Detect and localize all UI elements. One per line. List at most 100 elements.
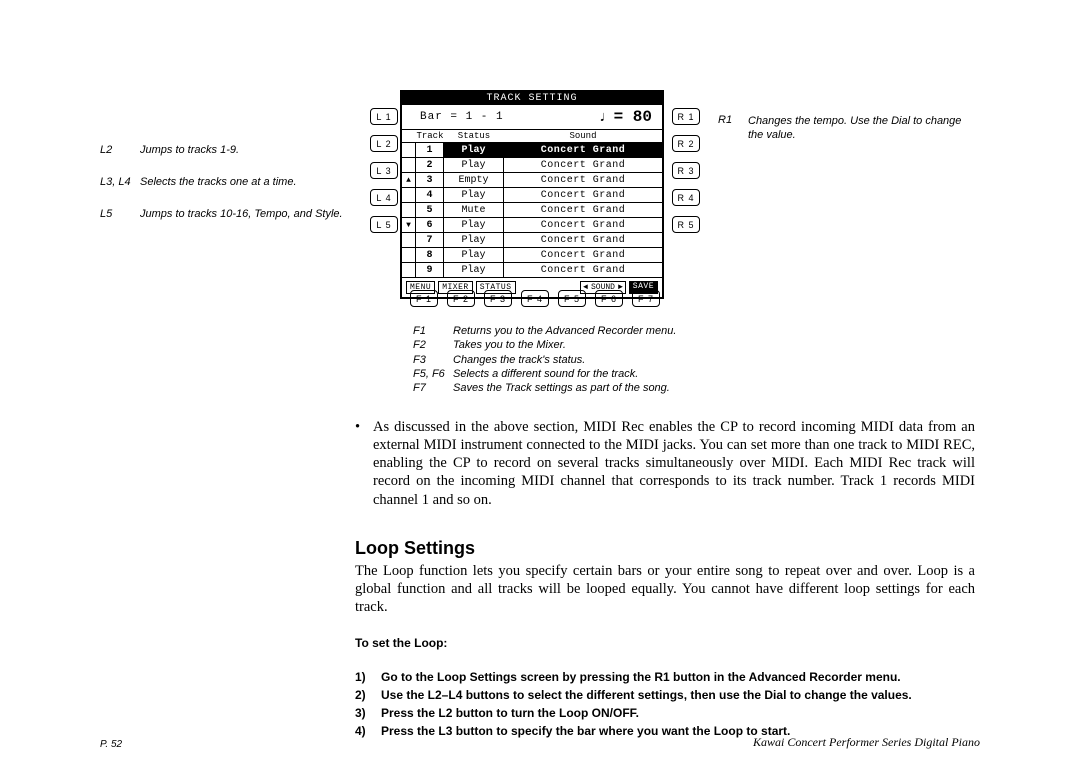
step-num: 1) (355, 668, 381, 686)
bottom-f-buttons: F 1 F 2 F 3 F 4 F 5 F 6 F 7 (410, 290, 660, 307)
left-button-l5[interactable]: L 5 (370, 216, 398, 233)
caption-row: F3Changes the track's status. (413, 353, 676, 367)
f-button-f1[interactable]: F 1 (410, 290, 438, 307)
row-sound: Concert Grand (504, 203, 662, 218)
section-body: The Loop function lets you specify certa… (355, 562, 975, 616)
caption-key: L5 (100, 208, 140, 220)
row-sound: Concert Grand (504, 158, 662, 173)
row-sound: Concert Grand (504, 188, 662, 203)
footer-right: Kawai Concert Performer Series Digital P… (753, 735, 980, 750)
caption-key: F2 (413, 338, 453, 352)
step-num: 4) (355, 722, 381, 740)
row-side-arrow: ▼ (402, 218, 416, 233)
section-heading: Loop Settings (355, 538, 475, 559)
bullet-content: As discussed in the above section, MIDI … (373, 418, 975, 509)
row-sound: Concert Grand (504, 218, 662, 233)
row-side-arrow (402, 188, 416, 203)
lcd-row: 9PlayConcert Grand (402, 263, 662, 278)
sub-heading: To set the Loop: (355, 636, 447, 650)
lcd-row: 8PlayConcert Grand (402, 248, 662, 263)
row-status: Play (444, 248, 504, 263)
lcd-title: TRACK SETTING (402, 92, 662, 105)
diagram-area: L2Jumps to tracks 1-9. L3, L4Selects the … (100, 90, 980, 300)
lcd-row: ▲3EmptyConcert Grand (402, 173, 662, 188)
row-status: Play (444, 158, 504, 173)
caption-text: Changes the track's status. (453, 353, 676, 367)
caption-row: L3, L4Selects the tracks one at a time. (100, 176, 360, 188)
left-side-buttons: L 1 L 2 L 3 L 4 L 5 (370, 108, 398, 233)
manual-page: L2Jumps to tracks 1-9. L3, L4Selects the … (0, 0, 1080, 764)
caption-row: L5Jumps to tracks 10-16, Tempo, and Styl… (100, 208, 360, 220)
lcd-panel: TRACK SETTING Bar = 1 - 1 ♩ = 80 Track S… (400, 90, 664, 299)
row-status: Play (444, 188, 504, 203)
caption-text: Returns you to the Advanced Recorder men… (453, 324, 676, 338)
step-text: Press the L2 button to turn the Loop ON/… (381, 704, 975, 722)
f-button-f4[interactable]: F 4 (521, 290, 549, 307)
lcd-row: 5MuteConcert Grand (402, 203, 662, 218)
row-status: Play (444, 218, 504, 233)
row-side-arrow (402, 143, 416, 158)
row-track-num: 7 (416, 233, 444, 248)
row-sound: Concert Grand (504, 263, 662, 278)
row-status: Play (444, 263, 504, 278)
lcd-row: ▼6PlayConcert Grand (402, 218, 662, 233)
col-header-track: Track (416, 131, 444, 141)
col-header-sound: Sound (504, 131, 662, 141)
lcd-table: 1PlayConcert Grand2PlayConcert Grand▲3Em… (402, 142, 662, 278)
caption-text: Takes you to the Mixer. (453, 338, 676, 352)
right-side-buttons: R 1 R 2 R 3 R 4 R 5 (672, 108, 700, 233)
f-button-f3[interactable]: F 3 (484, 290, 512, 307)
row-side-arrow: ▲ (402, 173, 416, 188)
step-text: Use the L2–L4 buttons to select the diff… (381, 686, 975, 704)
right-button-r3[interactable]: R 3 (672, 162, 700, 179)
f-button-f6[interactable]: F 6 (595, 290, 623, 307)
row-track-num: 5 (416, 203, 444, 218)
left-button-l2[interactable]: L 2 (370, 135, 398, 152)
caption-text: Jumps to tracks 10-16, Tempo, and Style. (140, 208, 360, 220)
left-button-l4[interactable]: L 4 (370, 189, 398, 206)
row-sound: Concert Grand (504, 248, 662, 263)
row-track-num: 8 (416, 248, 444, 263)
caption-key: L3, L4 (100, 176, 140, 188)
caption-key: F3 (413, 353, 453, 367)
row-status: Play (444, 233, 504, 248)
step-num: 2) (355, 686, 381, 704)
right-button-r5[interactable]: R 5 (672, 216, 700, 233)
f-button-f7[interactable]: F 7 (632, 290, 660, 307)
caption-row: F7Saves the Track settings as part of th… (413, 381, 676, 395)
row-side-arrow (402, 203, 416, 218)
row-sound: Concert Grand (504, 173, 662, 188)
lcd-row: 7PlayConcert Grand (402, 233, 662, 248)
caption-row: F2Takes you to the Mixer. (413, 338, 676, 352)
caption-text: Changes the tempo. Use the Dial to chang… (748, 114, 978, 143)
caption-row: F5, F6Selects a different sound for the … (413, 367, 676, 381)
bullet-mark: • (355, 418, 373, 509)
lcd-top-row: Bar = 1 - 1 ♩ = 80 (402, 105, 662, 130)
caption-text: Jumps to tracks 1-9. (140, 144, 360, 156)
row-side-arrow (402, 248, 416, 263)
row-side-arrow (402, 263, 416, 278)
row-track-num: 3 (416, 173, 444, 188)
f-button-f2[interactable]: F 2 (447, 290, 475, 307)
row-status: Empty (444, 173, 504, 188)
row-status: Play (444, 143, 504, 158)
step-row: 1)Go to the Loop Settings screen by pres… (355, 668, 975, 686)
caption-key: F7 (413, 381, 453, 395)
row-status: Mute (444, 203, 504, 218)
left-button-l3[interactable]: L 3 (370, 162, 398, 179)
row-side-arrow (402, 158, 416, 173)
left-button-l1[interactable]: L 1 (370, 108, 398, 125)
caption-text: Selects the tracks one at a time. (140, 176, 360, 188)
f-button-f5[interactable]: F 5 (558, 290, 586, 307)
lcd-tempo: ♩ = 80 (599, 108, 662, 126)
caption-key: L2 (100, 144, 140, 156)
lcd-row: 4PlayConcert Grand (402, 188, 662, 203)
caption-row: R1Changes the tempo. Use the Dial to cha… (718, 114, 978, 143)
right-button-r1[interactable]: R 1 (672, 108, 700, 125)
row-track-num: 2 (416, 158, 444, 173)
row-track-num: 6 (416, 218, 444, 233)
row-track-num: 9 (416, 263, 444, 278)
caption-row: F1Returns you to the Advanced Recorder m… (413, 324, 676, 338)
right-button-r4[interactable]: R 4 (672, 189, 700, 206)
right-button-r2[interactable]: R 2 (672, 135, 700, 152)
